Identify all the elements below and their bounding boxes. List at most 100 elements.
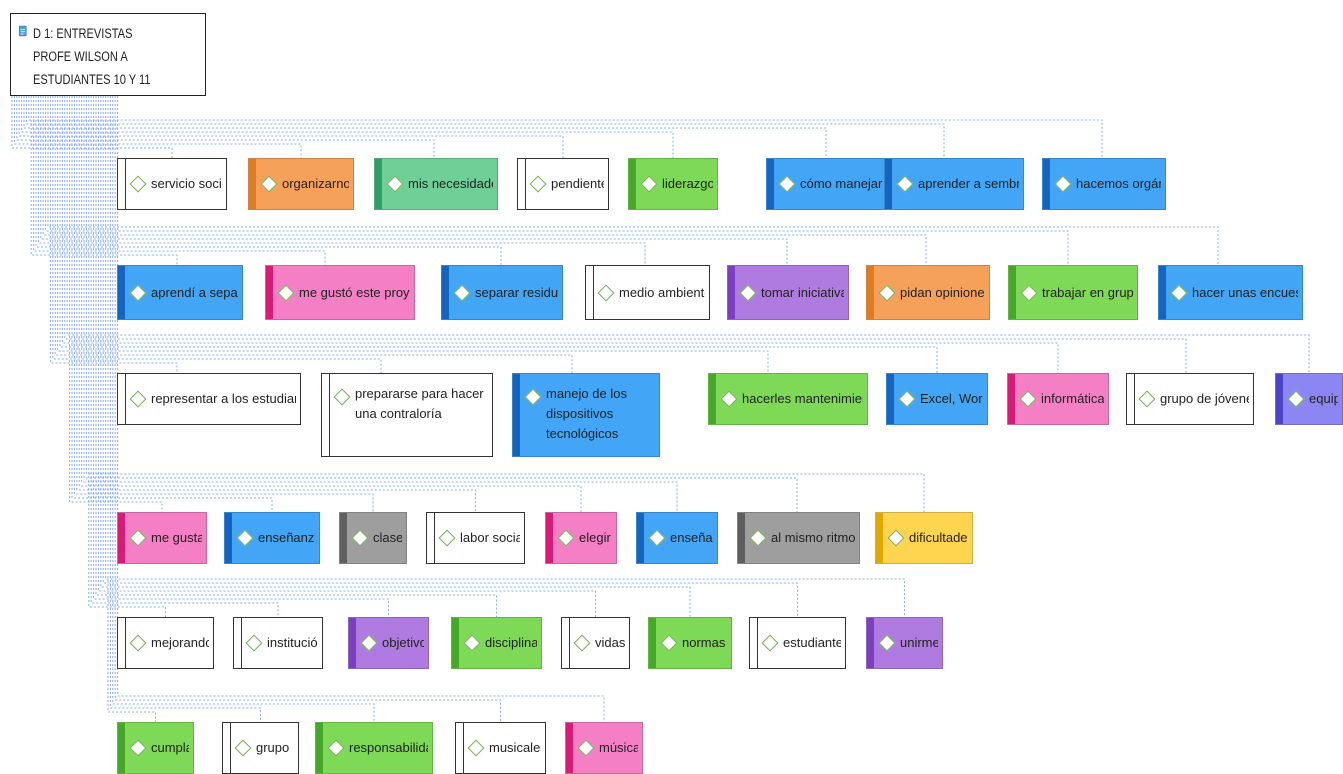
code-node[interactable]: hacerles mantenimiento	[708, 373, 868, 425]
document-icon	[19, 25, 27, 37]
code-diamond-icon	[557, 529, 575, 547]
code-node[interactable]: normas	[648, 617, 732, 669]
code-color-stripe	[586, 266, 594, 319]
code-node[interactable]: unirme	[866, 617, 943, 669]
code-label: estudiantes	[783, 635, 841, 650]
code-color-stripe	[225, 513, 232, 563]
code-node[interactable]: labor social	[426, 512, 525, 564]
code-node[interactable]: mis necesidades	[374, 158, 498, 210]
code-color-stripe	[340, 513, 347, 563]
code-node[interactable]: al mismo ritmo	[737, 512, 860, 564]
code-diamond-icon	[463, 634, 481, 652]
code-diamond-icon	[640, 175, 658, 193]
code-diamond-icon	[898, 390, 916, 408]
code-label: clase	[373, 530, 402, 545]
code-label: hacemos orgánico	[1076, 176, 1161, 191]
code-color-stripe	[767, 159, 774, 209]
code-node[interactable]: estudiantes	[749, 617, 846, 669]
code-node[interactable]: disciplina	[451, 617, 542, 669]
code-label: pidan opiniones	[900, 284, 985, 300]
code-node[interactable]: tomar iniciativa	[727, 265, 849, 320]
code-node[interactable]: medio ambiente	[585, 265, 710, 320]
code-node[interactable]: prepararse para hacer una contraloría	[321, 373, 493, 457]
code-node[interactable]: organizarnos	[248, 158, 354, 210]
code-color-stripe	[118, 266, 125, 319]
code-node[interactable]: liderazgo	[628, 158, 718, 210]
code-node[interactable]: separar residuos	[441, 265, 563, 320]
code-diamond-icon	[333, 388, 351, 406]
code-color-stripe	[316, 723, 323, 773]
code-color-stripe	[728, 266, 735, 319]
code-diamond-icon	[129, 175, 147, 193]
code-color-stripe	[876, 513, 883, 563]
code-color-stripe	[234, 618, 242, 668]
code-diamond-icon	[1020, 284, 1038, 301]
code-node[interactable]: me gusta	[117, 512, 207, 564]
code-node[interactable]: equipo	[1275, 373, 1343, 425]
code-node[interactable]: mejorando	[117, 617, 214, 669]
code-diamond-icon	[761, 634, 779, 652]
code-node[interactable]: enseñar	[636, 512, 718, 564]
code-diamond-icon	[749, 529, 767, 547]
code-color-stripe	[223, 723, 231, 773]
code-label: separar residuos	[475, 284, 558, 300]
code-node[interactable]: clase	[339, 512, 407, 564]
code-label: equipo	[1309, 391, 1338, 406]
code-diamond-icon	[351, 529, 369, 547]
code-node[interactable]: vidas	[561, 617, 630, 669]
code-node[interactable]: musicales	[455, 722, 546, 774]
code-node[interactable]: objetivo	[348, 617, 429, 669]
code-color-stripe	[1159, 266, 1166, 319]
code-color-stripe	[118, 374, 126, 424]
code-diamond-icon	[453, 284, 471, 301]
code-node[interactable]: Excel, Word	[886, 373, 988, 425]
code-node[interactable]: pendiente	[517, 158, 609, 210]
code-color-stripe	[629, 159, 636, 209]
code-node[interactable]: servicio social	[117, 158, 227, 210]
code-diamond-icon	[597, 284, 615, 301]
code-node[interactable]: cumplan	[117, 722, 194, 774]
code-label: me gustó este proyecto	[299, 284, 410, 300]
code-node[interactable]: cómo manejarlos	[766, 158, 888, 210]
code-color-stripe	[118, 513, 125, 563]
code-label: prepararse para hacer una contraloría	[355, 386, 484, 421]
code-node[interactable]: aprendí a separar	[117, 265, 243, 320]
document-node[interactable]: D 1: ENTREVISTAS PROFE WILSON A ESTUDIAN…	[10, 13, 206, 96]
code-label: enseñar	[670, 530, 713, 545]
code-node[interactable]: hacemos orgánico	[1042, 158, 1166, 210]
code-label: tomar iniciativa	[761, 284, 844, 300]
code-node[interactable]: representar a los estudiantes	[117, 373, 301, 425]
code-node[interactable]: informática	[1007, 373, 1109, 425]
code-node[interactable]: institución	[233, 617, 323, 669]
code-label: al mismo ritmo	[771, 530, 855, 545]
code-node[interactable]: trabajar en grupo	[1008, 265, 1138, 320]
code-label: cumplan	[151, 740, 189, 755]
code-label: servicio social	[151, 176, 222, 191]
code-node[interactable]: grupo	[222, 722, 299, 774]
code-color-stripe	[750, 618, 758, 668]
code-diamond-icon	[577, 739, 595, 757]
code-node[interactable]: hacer unas encuestas	[1158, 265, 1303, 320]
code-diamond-icon	[260, 175, 278, 193]
code-node[interactable]: manejo de los dispositivos tecnológicos	[512, 373, 660, 457]
code-node[interactable]: responsabilidad	[315, 722, 433, 774]
code-node[interactable]: pidan opiniones	[866, 265, 990, 320]
code-color-stripe	[349, 618, 356, 668]
code-color-stripe	[322, 374, 330, 456]
code-label: liderazgo	[662, 176, 713, 191]
code-color-stripe	[118, 723, 125, 773]
code-node[interactable]: dificultades	[875, 512, 973, 564]
code-diamond-icon	[1138, 390, 1156, 408]
code-label: música	[599, 740, 638, 755]
code-node[interactable]: me gustó este proyecto	[265, 265, 415, 320]
code-node[interactable]: elegir	[545, 512, 617, 564]
code-color-stripe	[375, 159, 382, 209]
code-node[interactable]: grupo de jóvenes	[1126, 373, 1254, 425]
code-node[interactable]: enseñanza	[224, 512, 320, 564]
code-label: trabajar en grupo	[1042, 284, 1133, 300]
code-node[interactable]: música	[565, 722, 643, 774]
code-label: cómo manejarlos	[800, 176, 883, 191]
code-diamond-icon	[778, 175, 796, 193]
code-node[interactable]: aprender a sembrar	[884, 158, 1024, 210]
code-diamond-icon	[739, 284, 757, 301]
